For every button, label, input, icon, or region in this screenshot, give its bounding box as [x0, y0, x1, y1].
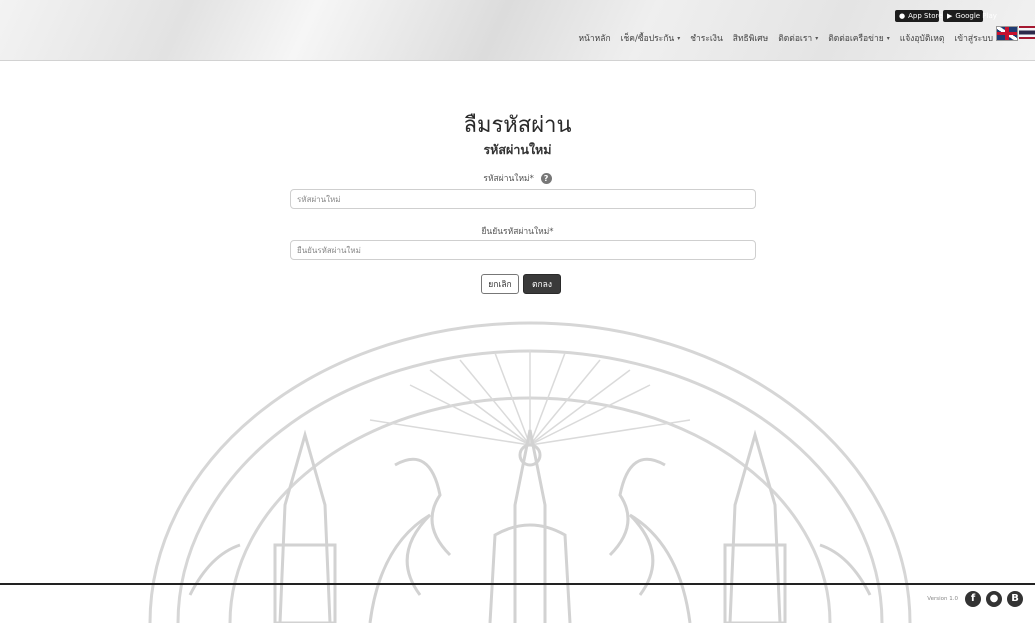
help-icon[interactable]: ? — [540, 173, 552, 184]
thai-flag-icon[interactable] — [1019, 26, 1035, 39]
chevron-down-icon: ▾ — [886, 34, 890, 42]
store-badges: ● App Store ▶ Google Play — [895, 10, 997, 22]
blogger-icon[interactable]: B — [1007, 591, 1023, 607]
nav-item-login[interactable]: เข้าสู่ระบบ — [954, 31, 993, 45]
chevron-down-icon: ▾ — [815, 34, 819, 42]
chevron-down-icon: ▾ — [677, 34, 681, 42]
line-icon[interactable]: ● — [986, 591, 1002, 607]
nav-item-payment[interactable]: ชำระเงิน — [690, 31, 723, 45]
page-subtitle: รหัสผ่านใหม่ — [483, 142, 552, 157]
nav-item-label: ติดต่อเครือข่าย — [828, 34, 884, 44]
ok-button[interactable]: ตกลง — [523, 274, 561, 294]
footer-divider — [0, 583, 1035, 585]
play-icon: ▶ — [947, 12, 953, 20]
nav-item-insurance[interactable]: เช็ค/ซื้อประกัน ▾ — [621, 31, 681, 45]
nav-item-home[interactable]: หน้าหลัก — [578, 31, 610, 45]
nav-item-privileges[interactable]: สิทธิพิเศษ — [733, 31, 769, 45]
top-navigation-bar: ● App Store ▶ Google Play หน้าหลัก เช็ค/… — [0, 0, 1035, 61]
confirm-password-label: ยืนยันรหัสผ่านใหม่* — [481, 227, 554, 237]
page-title: ลืมรหัสผ่าน — [463, 113, 572, 138]
new-password-label: รหัสผ่านใหม่* — [483, 174, 534, 184]
nav-item-report-accident[interactable]: แจ้งอุบัติเหตุ — [900, 31, 945, 45]
nav-item-label: ติดต่อเรา — [778, 34, 813, 44]
nav-item-label: แจ้งอุบัติเหตุ — [899, 34, 945, 44]
confirm-password-label-row: ยืนยันรหัสผ่านใหม่* — [0, 224, 1035, 238]
google-play-badge[interactable]: ▶ Google Play — [943, 10, 997, 22]
nav-item-label: สิทธิพิเศษ — [732, 34, 769, 44]
cancel-button[interactable]: ยกเลิก — [481, 274, 519, 294]
main-nav: หน้าหลัก เช็ค/ซื้อประกัน ▾ ชำระเงิน สิทธ… — [578, 31, 993, 45]
nav-item-label: เข้าสู่ระบบ — [954, 34, 993, 44]
emblem-watermark — [148, 321, 912, 623]
nav-item-label: ชำระเงิน — [690, 34, 723, 44]
nav-item-label: หน้าหลัก — [578, 34, 611, 44]
apple-icon: ● — [899, 12, 906, 20]
footer-social-links: Version 1.0 f ● B — [927, 591, 1023, 607]
uk-flag-icon[interactable] — [996, 26, 1018, 41]
app-store-badge[interactable]: ● App Store — [895, 10, 943, 22]
app-store-label: App Store — [908, 12, 943, 20]
nav-item-contact[interactable]: ติดต่อเรา ▾ — [778, 31, 818, 45]
facebook-icon[interactable]: f — [965, 591, 981, 607]
google-play-label: Google Play — [955, 12, 997, 20]
nav-item-label: เช็ค/ซื้อประกัน — [620, 34, 675, 44]
new-password-input[interactable] — [290, 189, 756, 209]
new-password-label-row: รหัสผ่านใหม่* ? — [0, 171, 1035, 185]
confirm-password-input[interactable] — [290, 240, 756, 260]
version-text: Version 1.0 — [927, 596, 958, 602]
nav-item-network[interactable]: ติดต่อเครือข่าย ▾ — [828, 31, 890, 45]
